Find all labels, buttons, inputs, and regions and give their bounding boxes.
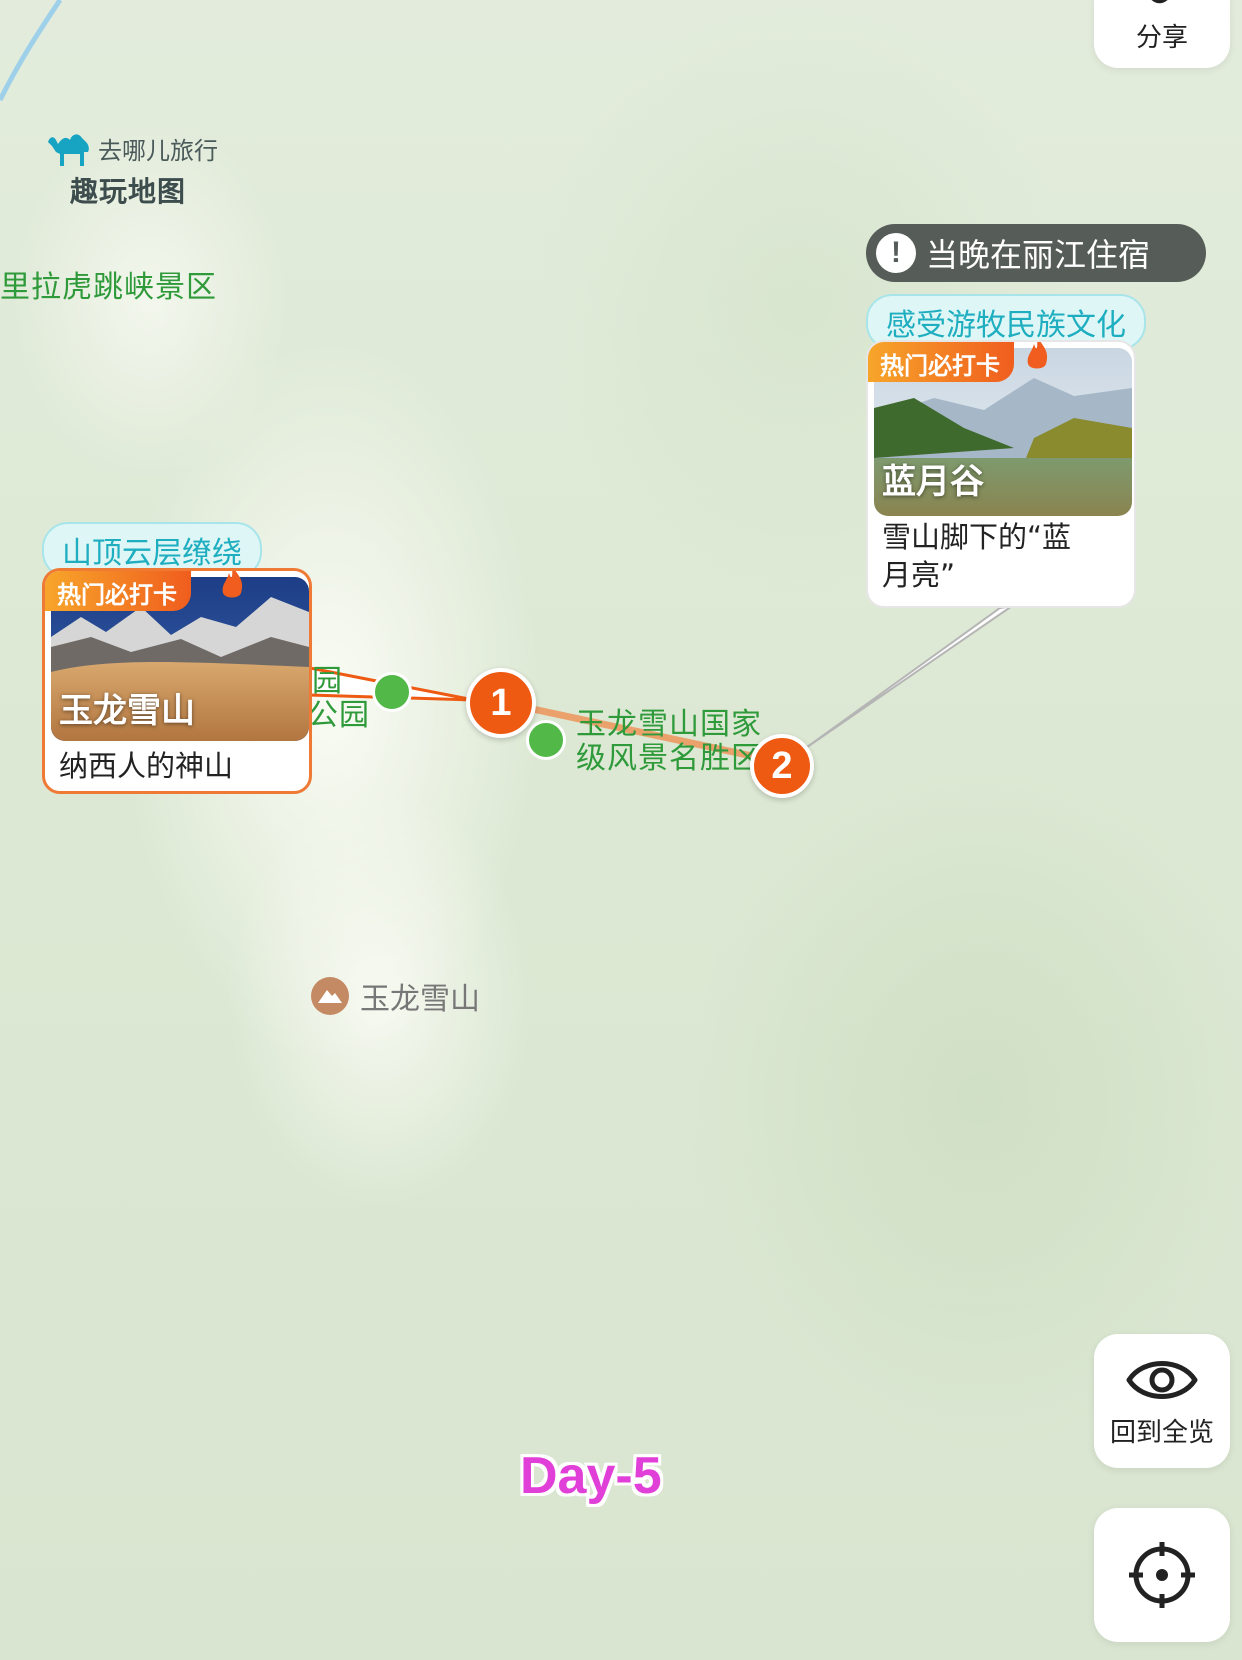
card1-description: 纳西人的神山: [59, 749, 234, 783]
flame-icon: [222, 571, 242, 598]
park-poi-icon[interactable]: [372, 672, 412, 712]
scenic-area-label-line1: 玉龙雪山国家: [576, 707, 762, 742]
scenic-area-label-line2: 级风景名胜区: [576, 741, 762, 776]
exclamation-icon: !: [876, 233, 916, 273]
flame-icon: [1027, 342, 1047, 369]
card2-description-line2: 月亮”: [882, 558, 956, 592]
overview-button[interactable]: 回到全览: [1094, 1334, 1230, 1468]
card2-title: 蓝月谷: [882, 462, 984, 502]
hot-badge: 热门必打卡: [45, 571, 191, 611]
locate-crosshair-icon: [1129, 1542, 1195, 1608]
attraction-card-lanyuegu[interactable]: 热门必打卡 蓝月谷 雪山脚下的“蓝 月亮”: [866, 340, 1136, 608]
day-label: Day-5: [520, 1447, 662, 1505]
lodging-notice-text: 当晚在丽江住宿: [926, 236, 1151, 274]
mountain-poi[interactable]: 玉龙雪山: [310, 974, 480, 1018]
lodging-notice: ! 当晚在丽江住宿: [866, 224, 1206, 282]
mountain-label: 玉龙雪山: [360, 982, 480, 1017]
mountain-icon: [311, 977, 349, 1015]
route-stop-2[interactable]: 2: [750, 734, 814, 798]
route-stop-1[interactable]: 1: [466, 668, 536, 738]
scenic-area-label[interactable]: 玉龙雪山国家 级风景名胜区: [576, 708, 762, 776]
share-label: 分享: [1135, 23, 1188, 53]
card2-pointer: [799, 605, 1013, 753]
scenic-area-tree-icon[interactable]: [526, 720, 566, 760]
locate-button[interactable]: [1094, 1508, 1230, 1642]
card2-description-line1: 雪山脚下的“蓝: [882, 520, 1072, 554]
card2-description: 雪山脚下的“蓝 月亮”: [882, 518, 1071, 594]
eye-icon: [1126, 1360, 1198, 1399]
attraction-card-yulong[interactable]: 热门必打卡 玉龙雪山 纳西人的神山: [42, 568, 312, 794]
share-button[interactable]: 分享: [1094, 0, 1230, 68]
park-label-partial-bottom[interactable]: 公园: [308, 690, 370, 734]
hot-badge: 热门必打卡: [868, 342, 1014, 382]
share-icon: [1151, 0, 1168, 4]
card1-title: 玉龙雪山: [59, 691, 195, 731]
overview-label: 回到全览: [1109, 1417, 1214, 1448]
map-canvas[interactable]: 去哪儿旅行 趣玩地图 里拉虎跳峡景区 园 公园 玉龙雪山国家 级风景名胜区 玉龙…: [0, 0, 1242, 1660]
